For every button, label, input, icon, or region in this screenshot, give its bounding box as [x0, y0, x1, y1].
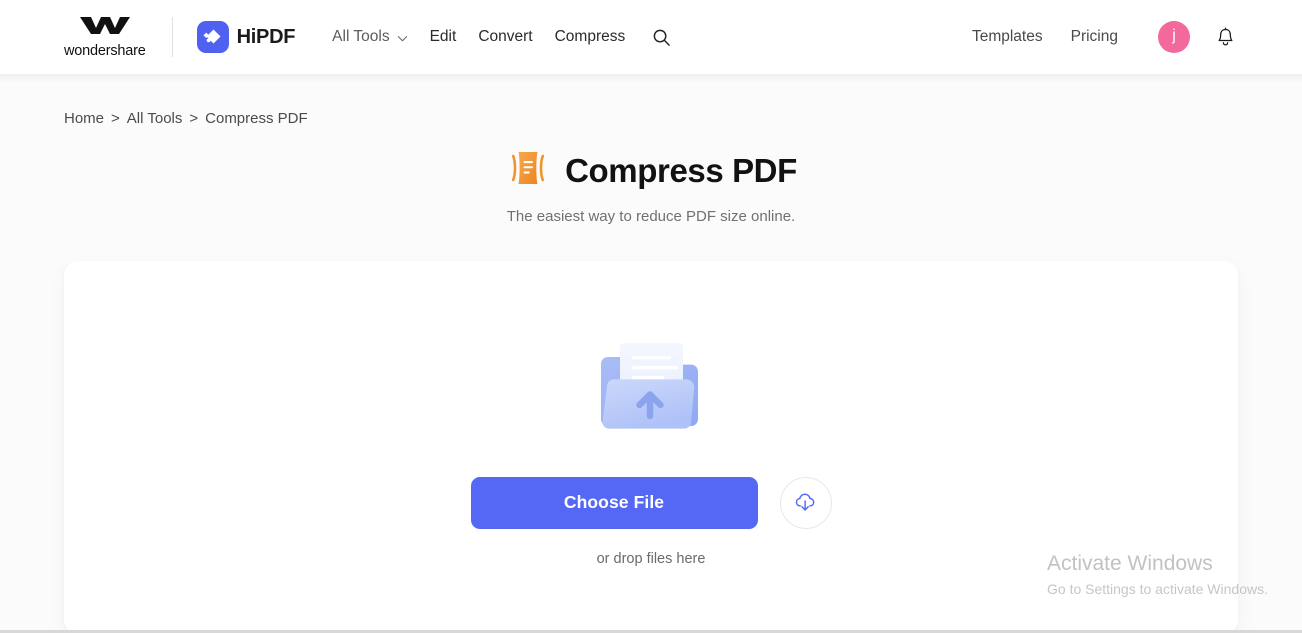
bell-icon[interactable]	[1212, 24, 1238, 50]
wondershare-mark-icon	[78, 15, 132, 39]
hipdf-wordmark: HiPDF	[236, 25, 296, 48]
site-header: wondershare HiPDF All Tools Edit Convert…	[0, 0, 1302, 82]
wondershare-wordmark: wondershare	[64, 43, 146, 60]
hipdf-logo[interactable]: HiPDF	[196, 21, 296, 53]
nav-item-pricing[interactable]: Pricing	[1057, 20, 1132, 54]
hero-title-row: Compress PDF	[64, 147, 1238, 194]
main-nav: All Tools Edit Convert Compress	[321, 20, 678, 54]
nav-item-templates[interactable]: Templates	[958, 20, 1057, 54]
compress-pdf-icon	[505, 147, 551, 194]
brand-divider	[171, 17, 173, 57]
hipdf-app-icon	[196, 21, 229, 53]
breadcrumb-item-all-tools[interactable]: All Tools	[127, 110, 183, 127]
page-content: Home > All Tools > Compress PDF Compress…	[0, 74, 1302, 633]
brand-area: wondershare HiPDF	[64, 15, 295, 59]
upload-dropzone[interactable]: Choose File or drop files here	[64, 261, 1238, 633]
search-icon[interactable]	[644, 20, 678, 54]
drop-files-hint: or drop files here	[596, 550, 706, 567]
wondershare-logo[interactable]: wondershare	[64, 15, 146, 59]
nav-item-compress[interactable]: Compress	[544, 20, 637, 54]
avatar-initial: j	[1172, 27, 1176, 44]
choose-file-button[interactable]: Choose File	[470, 476, 758, 529]
breadcrumb: Home > All Tools > Compress PDF	[64, 74, 1238, 127]
page-subtitle: The easiest way to reduce PDF size onlin…	[506, 208, 796, 225]
hero-block: Compress PDF The easiest way to reduce P…	[64, 147, 1238, 226]
nav-item-edit[interactable]: Edit	[419, 20, 468, 54]
cloud-download-icon[interactable]	[779, 476, 832, 529]
breadcrumb-item-home[interactable]: Home	[64, 110, 104, 127]
nav-item-edit-label: Edit	[429, 28, 457, 45]
breadcrumb-separator: >	[189, 110, 199, 127]
chevron-down-icon	[397, 31, 408, 42]
page-title: Compress PDF	[565, 151, 797, 189]
nav-item-all-tools-label: All Tools	[332, 28, 390, 45]
header-right-area: Templates Pricing j	[958, 20, 1238, 54]
upload-actions: Choose File	[470, 476, 832, 529]
avatar[interactable]: j	[1158, 21, 1190, 53]
breadcrumb-item-current: Compress PDF	[205, 110, 308, 127]
breadcrumb-separator: >	[111, 110, 120, 127]
nav-item-convert-label: Convert	[478, 28, 533, 45]
nav-item-convert[interactable]: Convert	[467, 20, 543, 54]
folder-upload-illustration	[587, 323, 715, 443]
nav-item-all-tools[interactable]: All Tools	[321, 20, 418, 54]
nav-item-pricing-label: Pricing	[1070, 28, 1118, 45]
nav-item-compress-label: Compress	[554, 28, 626, 45]
nav-item-templates-label: Templates	[971, 28, 1043, 45]
